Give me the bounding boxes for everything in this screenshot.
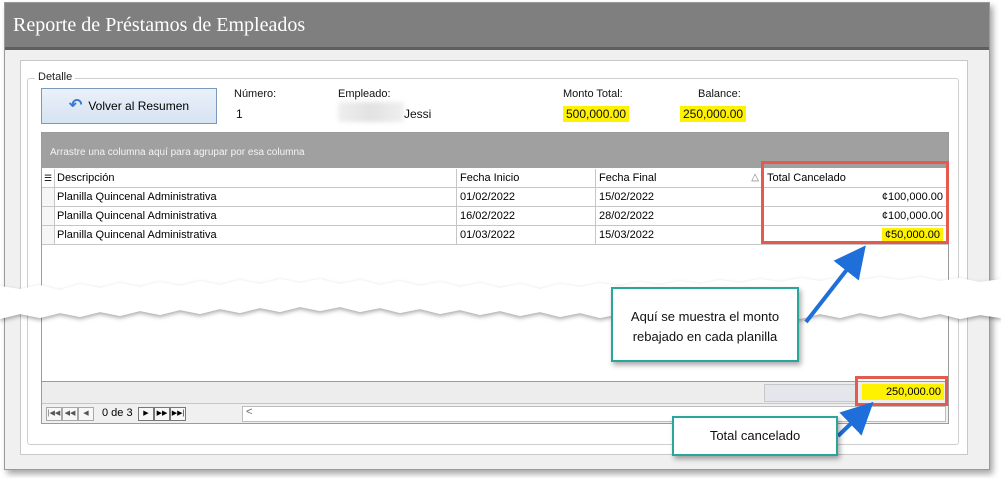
empleado-value: Jessi — [404, 107, 432, 121]
total-cancelado-highlight-box — [761, 161, 949, 244]
sort-ascending-icon: △ — [751, 172, 759, 183]
prev-record-icon[interactable]: ◀ — [78, 407, 94, 421]
last-page-icon[interactable]: ▶▶| — [170, 407, 186, 421]
cell-descripcion: Planilla Quincenal Administrativa — [54, 226, 457, 244]
cell-fecha-inicio: 01/02/2022 — [457, 188, 596, 206]
cell-fecha-inicio: 16/02/2022 — [457, 207, 596, 225]
grid-footer: 250,000.00 — [42, 381, 948, 403]
prev-page-icon[interactable]: ◀◀ — [62, 407, 78, 421]
row-amount-callout-text: Aquí se muestra el monto rebajado en cad… — [630, 309, 780, 344]
monto-total-value: 500,000.00 — [563, 106, 630, 122]
undo-arrow-icon: ↶ — [68, 97, 83, 114]
next-page-icon[interactable]: ▶▶ — [154, 407, 170, 421]
col-fecha-final[interactable]: Fecha Final △ — [596, 169, 764, 187]
total-callout-text: Total cancelado — [709, 428, 801, 443]
total-callout: Total cancelado — [672, 416, 838, 456]
detail-group-label: Detalle — [35, 71, 76, 83]
cell-fecha-final: 28/02/2022 — [596, 207, 764, 225]
numero-label: Número: — [234, 88, 277, 100]
numero-value: 1 — [236, 107, 243, 121]
monto-total-label: Monto Total: — [563, 88, 623, 100]
blurred-employee-name — [338, 102, 404, 122]
horizontal-scrollbar[interactable]: < — [242, 406, 946, 422]
balance-label: Balance: — [698, 88, 741, 100]
cell-fecha-inicio: 01/03/2022 — [457, 226, 596, 244]
row-amount-callout: Aquí se muestra el monto rebajado en cad… — [611, 287, 799, 362]
col-fecha-final-label: Fecha Final — [599, 172, 657, 184]
first-page-icon[interactable]: |◀◀ — [46, 407, 62, 421]
scroll-left-icon[interactable]: < — [246, 406, 252, 418]
footer-summary-cell — [764, 384, 858, 402]
torn-edge-decoration — [0, 277, 1001, 321]
balance-value: 250,000.00 — [680, 106, 747, 122]
title-bar: Reporte de Préstamos de Empleados — [5, 3, 989, 50]
window-title: Reporte de Préstamos de Empleados — [13, 14, 306, 36]
cell-descripcion: Planilla Quincenal Administrativa — [54, 188, 457, 206]
col-fecha-inicio[interactable]: Fecha Inicio — [457, 169, 596, 187]
cell-descripcion: Planilla Quincenal Administrativa — [54, 207, 457, 225]
next-record-icon[interactable]: ▶ — [138, 407, 154, 421]
footer-total-highlight-box — [855, 376, 948, 406]
cell-fecha-final: 15/02/2022 — [596, 188, 764, 206]
empleado-label: Empleado: — [338, 88, 391, 100]
col-descripcion[interactable]: Descripción — [54, 169, 457, 187]
group-by-hint: Arrastre una columna aquí para agrupar p… — [50, 147, 305, 158]
cell-fecha-final: 15/03/2022 — [596, 226, 764, 244]
back-button-label: Volver al Resumen — [88, 99, 190, 113]
back-to-summary-button[interactable]: ↶ Volver al Resumen — [41, 88, 217, 124]
record-position: 0 de 3 — [102, 407, 133, 419]
